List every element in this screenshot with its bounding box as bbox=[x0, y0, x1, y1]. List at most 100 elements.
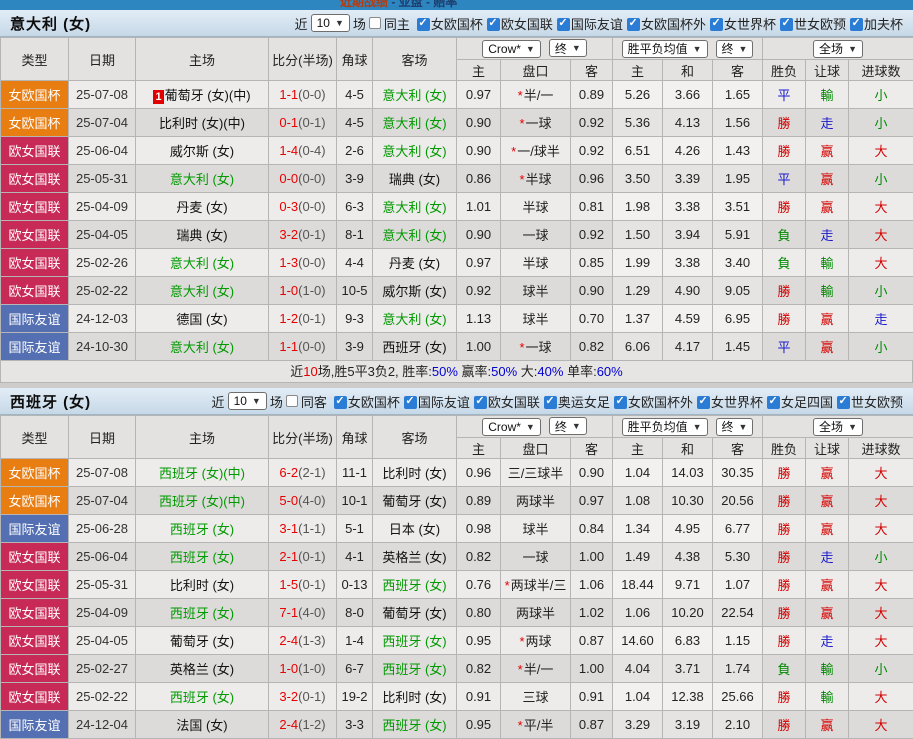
handicap-away-odds: 0.91 bbox=[571, 683, 613, 711]
scope-select[interactable]: 全场▼ bbox=[813, 40, 863, 58]
goals-result-flag: 小 bbox=[849, 655, 913, 683]
result-flag: 勝 bbox=[763, 711, 806, 739]
handicap-text: 一球 bbox=[526, 116, 552, 131]
avg-stage-select[interactable]: 终▼ bbox=[716, 40, 754, 58]
same-venue-label: 同主 bbox=[384, 14, 410, 33]
near-label: 近 bbox=[212, 392, 225, 411]
league-checkbox[interactable] bbox=[850, 18, 863, 31]
fulltime-score: 3-2 bbox=[279, 227, 298, 242]
col-handicap-result: 让球 bbox=[806, 60, 849, 81]
recent-count-select[interactable]: 10▼ bbox=[311, 14, 350, 32]
live-index-badge: 1 bbox=[153, 90, 163, 104]
home-team-cell: 比利时 (女) bbox=[136, 571, 269, 599]
score-cell: 2-4(1-3) bbox=[269, 627, 337, 655]
col-avg-home: 主 bbox=[613, 438, 663, 459]
handicap-line: 两球半 bbox=[501, 599, 571, 627]
home-team-name: 意大利 (女) bbox=[170, 256, 234, 271]
league-checkbox[interactable] bbox=[837, 396, 850, 409]
league-label: 国际友谊 bbox=[418, 395, 470, 410]
competition-badge: 欧女国联 bbox=[1, 277, 69, 305]
odds-stage-select[interactable]: 终▼ bbox=[549, 39, 587, 57]
avg-draw-odds: 3.38 bbox=[663, 249, 713, 277]
match-date: 24-12-04 bbox=[69, 711, 136, 739]
halftime-score: (0-1) bbox=[298, 689, 325, 704]
avg-type-select[interactable]: 胜平负均值▼ bbox=[622, 418, 708, 436]
league-checkbox[interactable] bbox=[710, 18, 723, 31]
handicap-home-odds: 1.01 bbox=[457, 193, 501, 221]
handicap-home-odds: 0.90 bbox=[457, 221, 501, 249]
col-odds-away: 客 bbox=[571, 60, 613, 81]
score-cell: 0-0(0-0) bbox=[269, 165, 337, 193]
league-checkbox[interactable] bbox=[767, 396, 780, 409]
summary-text: 40% bbox=[537, 364, 563, 379]
handicap-text: 两球 bbox=[526, 634, 552, 649]
summary-text: 大: bbox=[517, 364, 537, 379]
handicap-text: 两球半 bbox=[516, 494, 555, 509]
nav-link-recent[interactable]: 近期战绩 bbox=[340, 0, 388, 9]
away-team-name: 威尔斯 (女) bbox=[382, 284, 446, 299]
bookmaker-select[interactable]: Crow*▼ bbox=[482, 418, 541, 436]
home-team-cell: 西班牙 (女) bbox=[136, 543, 269, 571]
corner-count: 4-4 bbox=[337, 249, 373, 277]
league-checkbox[interactable] bbox=[557, 18, 570, 31]
same-venue-checkbox[interactable] bbox=[286, 395, 298, 407]
score-cell: 3-2(0-1) bbox=[269, 683, 337, 711]
league-checkbox[interactable] bbox=[487, 18, 500, 31]
league-filter: 女世界杯 bbox=[710, 17, 776, 32]
home-team-cell: 瑞典 (女) bbox=[136, 221, 269, 249]
same-venue-checkbox[interactable] bbox=[369, 17, 381, 29]
fulltime-score: 1-0 bbox=[279, 661, 298, 676]
handicap-text: 平/半 bbox=[524, 718, 554, 733]
league-checkbox[interactable] bbox=[417, 18, 430, 31]
handicap-line: 三/三球半 bbox=[501, 459, 571, 487]
league-filter-list: 女欧国杯国际友谊欧女国联奥运女足女欧国杯外女世界杯女足四国世女欧预 bbox=[330, 392, 903, 411]
home-team-cell: 意大利 (女) bbox=[136, 333, 269, 361]
avg-draw-odds: 4.90 bbox=[663, 277, 713, 305]
goals-result-flag: 小 bbox=[849, 109, 913, 137]
odds-stage-value: 终 bbox=[555, 418, 567, 435]
handicap-home-odds: 0.90 bbox=[457, 109, 501, 137]
top-nav-links[interactable]: 近期战绩 - 亚盘 - 赔率 bbox=[340, 0, 457, 10]
avg-stage-select[interactable]: 终▼ bbox=[716, 418, 754, 436]
bookmaker-select[interactable]: Crow*▼ bbox=[482, 40, 541, 58]
home-team-name: 威尔斯 (女) bbox=[170, 144, 234, 159]
league-filter: 女欧国杯 bbox=[334, 395, 400, 410]
handicap-away-odds: 0.89 bbox=[571, 81, 613, 109]
away-team-name: 意大利 (女) bbox=[382, 312, 446, 327]
league-checkbox[interactable] bbox=[614, 396, 627, 409]
scope-select[interactable]: 全场▼ bbox=[813, 418, 863, 436]
handicap-result-flag: 輸 bbox=[806, 277, 849, 305]
result-flag: 勝 bbox=[763, 627, 806, 655]
result-flag: 勝 bbox=[763, 109, 806, 137]
match-row: 欧女国联25-05-31比利时 (女)1-5(0-1)0-13西班牙 (女)0.… bbox=[1, 571, 913, 599]
league-checkbox[interactable] bbox=[627, 18, 640, 31]
league-checkbox[interactable] bbox=[404, 396, 417, 409]
handicap-result-flag: 輸 bbox=[806, 81, 849, 109]
league-checkbox[interactable] bbox=[780, 18, 793, 31]
league-filter: 女欧国杯外 bbox=[627, 17, 706, 32]
away-team-name: 西班牙 (女) bbox=[382, 634, 446, 649]
league-checkbox[interactable] bbox=[474, 396, 487, 409]
handicap-away-odds: 0.92 bbox=[571, 137, 613, 165]
league-filter: 女欧国杯外 bbox=[614, 395, 693, 410]
league-checkbox[interactable] bbox=[334, 396, 347, 409]
league-checkbox[interactable] bbox=[544, 396, 557, 409]
match-row: 欧女国联25-06-04威尔斯 (女)1-4(0-4)2-6意大利 (女)0.9… bbox=[1, 137, 913, 165]
avg-away-odds: 30.35 bbox=[713, 459, 763, 487]
nav-link-odds[interactable]: - 亚盘 - 赔率 bbox=[388, 0, 457, 9]
avg-home-odds: 1.99 bbox=[613, 249, 663, 277]
recent-count-select[interactable]: 10▼ bbox=[228, 392, 267, 410]
handicap-away-odds: 0.96 bbox=[571, 165, 613, 193]
near-label: 近 bbox=[295, 14, 308, 33]
goals-result-flag: 大 bbox=[849, 515, 913, 543]
competition-badge: 欧女国联 bbox=[1, 655, 69, 683]
avg-stage-value: 终 bbox=[722, 418, 734, 435]
avg-type-select[interactable]: 胜平负均值▼ bbox=[622, 40, 708, 58]
away-team-cell: 葡萄牙 (女) bbox=[373, 487, 457, 515]
odds-stage-select[interactable]: 终▼ bbox=[549, 417, 587, 435]
handicap-away-odds: 1.06 bbox=[571, 571, 613, 599]
handicap-result-flag: 輸 bbox=[806, 249, 849, 277]
match-history-table: 类型 日期 主场 比分(半场) 角球 客场 Crow*▼终▼ 胜平负均值▼终▼ … bbox=[0, 415, 913, 739]
home-team-name: 葡萄牙 (女) bbox=[170, 634, 234, 649]
league-checkbox[interactable] bbox=[697, 396, 710, 409]
